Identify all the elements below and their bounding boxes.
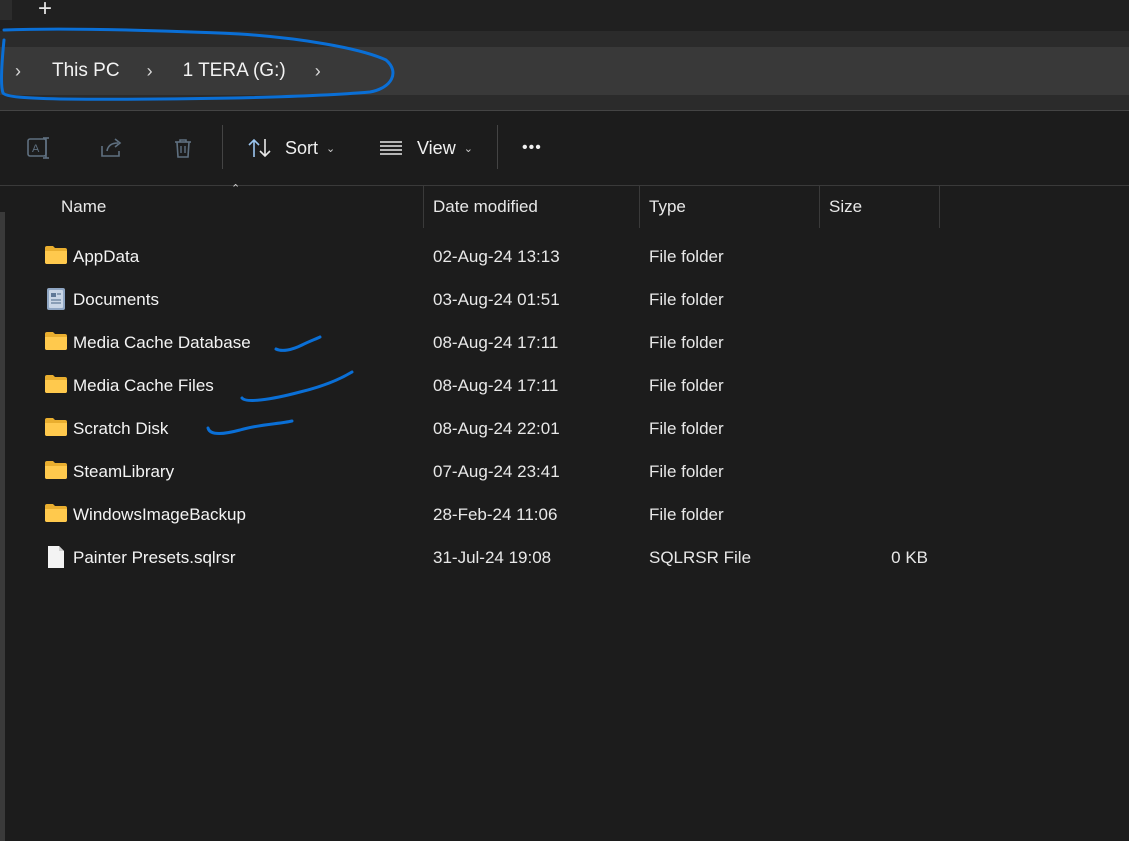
documents-icon: [46, 287, 70, 310]
rename-icon[interactable]: A: [25, 134, 53, 162]
file-name: SteamLibrary: [73, 461, 175, 481]
file-size: [820, 450, 928, 493]
file-row[interactable]: Painter Presets.sqlrsr 31-Jul-24 19:08 SQL…: [0, 536, 1129, 579]
sort-label: Sort: [285, 137, 319, 158]
file-size: [820, 235, 928, 278]
chevron-right-icon[interactable]: ›: [140, 61, 160, 82]
file-size: [820, 321, 928, 364]
file-name: Painter Presets.sqlrsr: [73, 547, 236, 567]
file-size: [820, 493, 928, 536]
breadcrumb-item-drive[interactable]: 1 TERA (G:): [183, 60, 286, 82]
folder-icon: [44, 331, 68, 353]
file-name: WindowsImageBackup: [73, 504, 246, 524]
file-size: 0 KB: [891, 547, 928, 567]
file-date-modified: 31-Jul-24 19:08: [433, 547, 552, 567]
column-separator[interactable]: [819, 186, 820, 228]
chevron-down-icon: ⌄: [463, 142, 473, 155]
trash-icon[interactable]: [169, 134, 197, 162]
file-row[interactable]: AppData 02-Aug-24 13:13 File folder: [0, 235, 1129, 278]
toolbar-divider: [497, 125, 498, 169]
file-row[interactable]: Documents 03-Aug-24 01:51 File folder: [0, 278, 1129, 321]
column-separator[interactable]: [639, 186, 640, 228]
file-size: [820, 364, 928, 407]
chevron-right-icon[interactable]: ›: [308, 61, 328, 82]
view-label: View: [417, 137, 456, 158]
file-date-modified: 07-Aug-24 23:41: [433, 461, 560, 481]
file-type: File folder: [649, 418, 724, 438]
tab-edge: [0, 0, 12, 20]
folder-icon: [44, 460, 68, 482]
tab-strip: +: [0, 0, 1129, 31]
file-row[interactable]: Scratch Disk 08-Aug-24 22:01 File folder: [0, 407, 1129, 450]
file-type: File folder: [649, 246, 724, 266]
view-icon: [379, 139, 403, 157]
file-type: File folder: [649, 504, 724, 524]
file-date-modified: 08-Aug-24 17:11: [433, 375, 559, 395]
file-row[interactable]: SteamLibrary 07-Aug-24 23:41 File folder: [0, 450, 1129, 493]
folder-icon: [44, 503, 68, 525]
column-separator[interactable]: [939, 186, 940, 228]
column-header-name[interactable]: Name: [61, 186, 421, 228]
file-date-modified: 08-Aug-24 22:01: [433, 418, 560, 438]
file-name: Documents: [73, 289, 159, 309]
file-type: SQLRSR File: [649, 547, 752, 567]
column-header-type[interactable]: Type: [649, 186, 814, 228]
column-header-size[interactable]: Size: [829, 186, 934, 228]
column-header-date-modified[interactable]: Date modified: [433, 186, 633, 228]
file-type: File folder: [649, 289, 724, 309]
file-row[interactable]: Media Cache Files 08-Aug-24 17:11 File fol…: [0, 364, 1129, 407]
folder-icon: [44, 374, 68, 396]
file-row[interactable]: WindowsImageBackup 28-Feb-24 11:06 File fo…: [0, 493, 1129, 536]
sort-button[interactable]: Sort ⌄: [247, 133, 335, 163]
new-tab-button[interactable]: +: [30, 0, 60, 21]
file-date-modified: 03-Aug-24 01:51: [433, 289, 560, 309]
breadcrumb-item-this-pc[interactable]: This PC: [52, 60, 120, 82]
share-icon[interactable]: [98, 134, 126, 162]
folder-icon: [44, 417, 68, 439]
command-bar: A Sort ⌄ View ⌄ •••: [0, 111, 1129, 186]
file-date-modified: 02-Aug-24 13:13: [433, 246, 560, 266]
file-name: Scratch Disk: [73, 418, 169, 438]
file-size: [820, 407, 928, 450]
file-name: AppData: [73, 246, 140, 266]
file-icon: [47, 545, 71, 568]
address-bar[interactable]: › This PC › 1 TERA (G:) ›: [0, 47, 1129, 95]
file-name: Media Cache Database: [73, 332, 251, 352]
file-explorer-window: + › This PC › 1 TERA (G:) › A Sort ⌄ Vie…: [0, 0, 1129, 841]
view-button[interactable]: View ⌄: [379, 133, 473, 163]
chevron-right-icon[interactable]: ›: [8, 61, 28, 82]
chevron-down-icon: ⌄: [326, 142, 336, 155]
file-date-modified: 28-Feb-24 11:06: [433, 504, 558, 524]
more-options-button[interactable]: •••: [522, 133, 542, 163]
file-type: File folder: [649, 461, 724, 481]
file-size: [820, 278, 928, 321]
folder-icon: [44, 245, 68, 267]
file-type: File folder: [649, 332, 724, 352]
file-name: Media Cache Files: [73, 375, 214, 395]
file-row[interactable]: Media Cache Database 08-Aug-24 17:11 File …: [0, 321, 1129, 364]
svg-text:A: A: [32, 143, 40, 155]
column-separator[interactable]: [423, 186, 424, 228]
toolbar-divider: [222, 125, 223, 169]
file-date-modified: 08-Aug-24 17:11: [433, 332, 559, 352]
file-type: File folder: [649, 375, 724, 395]
sort-icon: [247, 137, 273, 159]
